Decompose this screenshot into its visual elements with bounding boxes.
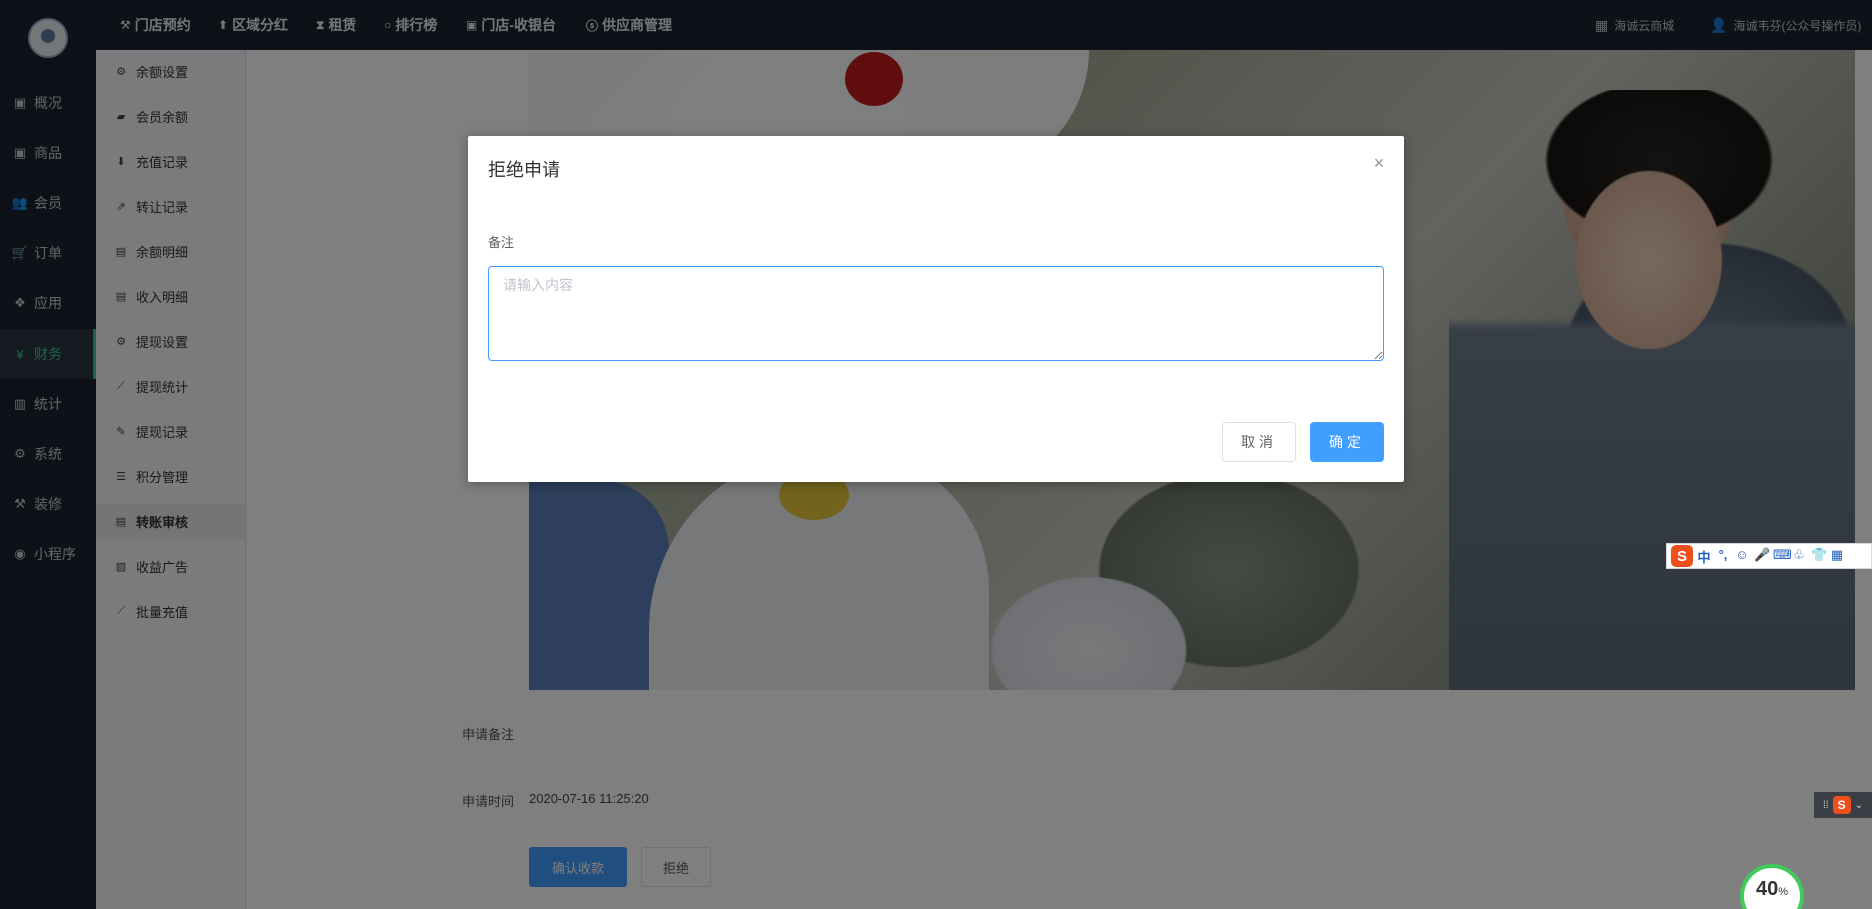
dialog-title: 拒绝申请 (488, 160, 560, 180)
ime-chinese-mode-icon[interactable]: 中 (1697, 547, 1711, 566)
ime-toolbar: S 中 °, ☺ 🎤 ⌨ ♧ 👕 ▦ (1666, 543, 1872, 569)
remark-field-label: 备注 (488, 235, 515, 250)
cancel-button[interactable]: 取消 (1222, 422, 1296, 462)
ok-button[interactable]: 确定 (1310, 422, 1384, 462)
progress-unit: % (1778, 886, 1789, 898)
chevron-down-icon: ⌄ (1854, 799, 1863, 811)
remark-textarea[interactable] (488, 266, 1384, 361)
ime-emoji-icon[interactable]: ☺ (1735, 547, 1749, 566)
ime-keyboard-icon[interactable]: ⌨ (1773, 547, 1792, 566)
ime-mini-bar[interactable]: ⁞⁞ S ⌄ (1814, 792, 1872, 818)
ime-skin-icon[interactable]: 👕 (1811, 547, 1827, 566)
reject-dialog: 拒绝申请 × 备注 取消 确定 (468, 136, 1404, 482)
sogou-logo-icon[interactable]: S (1671, 545, 1693, 567)
sogou-mini-logo-icon: S (1832, 796, 1851, 814)
ime-user-icon[interactable]: ♧ (1792, 547, 1806, 566)
ime-punctuation-icon[interactable]: °, (1716, 547, 1730, 566)
close-icon[interactable]: × (1370, 154, 1388, 172)
keyboard-grip-icon: ⁞⁞ (1823, 799, 1829, 811)
progress-value: 40 (1755, 878, 1779, 900)
ime-toolbox-icon[interactable]: ▦ (1830, 547, 1844, 566)
ime-voice-icon[interactable]: 🎤 (1754, 547, 1770, 566)
